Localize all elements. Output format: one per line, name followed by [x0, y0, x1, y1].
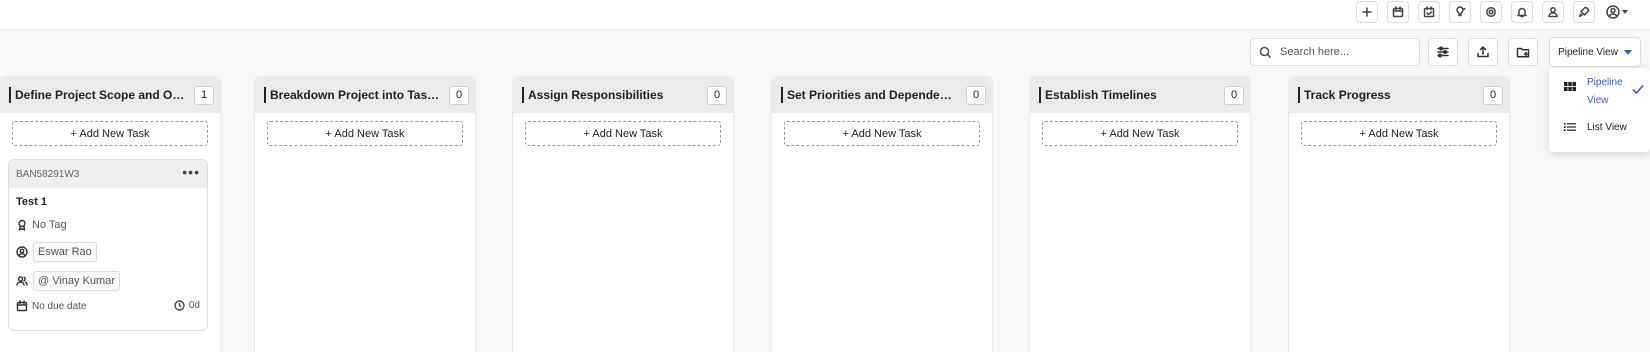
search-icon — [1259, 46, 1272, 58]
board-column: Breakdown Project into Tasks an... 0 + A… — [254, 76, 476, 352]
column-title: Track Progress — [1304, 88, 1391, 102]
task-owner[interactable]: Eswar Rao — [16, 242, 97, 262]
filter-button[interactable] — [1428, 38, 1458, 66]
task-tag[interactable]: No Tag — [16, 219, 67, 231]
task-card[interactable]: BAN58291W3 ••• Test 1 No Tag Eswar Rao @… — [8, 159, 208, 331]
column-title: Establish Timelines — [1045, 88, 1157, 102]
user-circle-icon — [1606, 5, 1620, 19]
clock-icon — [174, 300, 185, 311]
calendar-icon — [16, 300, 28, 312]
board-column: Track Progress 0 + Add New Task — [1288, 76, 1510, 352]
idea-icon[interactable] — [1449, 1, 1471, 23]
task-age-label: 0d — [188, 300, 200, 311]
chevron-down-icon — [1623, 49, 1632, 55]
column-header: Breakdown Project into Tasks an... 0 — [255, 77, 475, 113]
column-header: Assign Responsibilities 0 — [513, 77, 733, 113]
view-option-list[interactable]: List View — [1563, 120, 1627, 134]
user-menu[interactable] — [1606, 5, 1628, 19]
board-column: Establish Timelines 0 + Add New Task — [1029, 76, 1251, 352]
task-code: BAN58291W3 — [16, 168, 80, 180]
column-count-badge: 0 — [707, 85, 727, 105]
export-button[interactable] — [1468, 38, 1498, 66]
task-title: Test 1 — [16, 196, 47, 208]
users-icon — [16, 276, 28, 286]
column-header: Set Priorities and Dependencies 0 — [772, 77, 992, 113]
task-age: 0d — [174, 300, 200, 311]
check-icon — [1631, 82, 1645, 99]
column-marker — [1039, 87, 1041, 103]
calendar-check-icon[interactable] — [1418, 1, 1440, 23]
column-title: Assign Responsibilities — [528, 88, 664, 102]
chevron-down-icon — [1622, 10, 1628, 14]
column-marker — [9, 87, 11, 103]
badge-icon — [18, 219, 26, 231]
add-folder-button[interactable] — [1508, 38, 1538, 66]
add-task-button[interactable]: + Add New Task — [1301, 121, 1497, 146]
board-column: Set Priorities and Dependencies 0 + Add … — [771, 76, 993, 352]
calendar-icon[interactable] — [1387, 1, 1409, 23]
column-count-badge: 0 — [966, 85, 986, 105]
view-option-pipeline[interactable]: Pipeline View — [1563, 74, 1625, 110]
column-title: Define Project Scope and Objecti... — [15, 88, 186, 102]
column-marker — [522, 87, 524, 103]
folder-plus-icon — [1516, 47, 1530, 58]
add-task-button[interactable]: + Add New Task — [784, 121, 980, 146]
upload-icon — [1477, 46, 1489, 58]
owner-chip: Eswar Rao — [33, 242, 97, 262]
search-input[interactable] — [1280, 46, 1410, 58]
settings-icon[interactable] — [1480, 1, 1502, 23]
task-tag-label: No Tag — [32, 219, 67, 231]
view-option-label: List View — [1587, 121, 1627, 133]
view-switcher-button[interactable]: Pipeline View — [1549, 37, 1641, 67]
due-date-label: No due date — [32, 300, 87, 312]
column-title: Breakdown Project into Tasks an... — [270, 88, 441, 102]
view-option-label: Pipeline View — [1587, 77, 1623, 106]
board-column: Define Project Scope and Objecti... 1 + … — [0, 76, 221, 352]
column-header: Track Progress 0 — [1289, 77, 1509, 113]
more-options-icon[interactable]: ••• — [182, 165, 200, 181]
add-task-button[interactable]: + Add New Task — [525, 121, 721, 146]
column-marker — [1298, 87, 1300, 103]
column-header: Define Project Scope and Objecti... 1 — [0, 77, 220, 113]
top-icon-group — [1356, 1, 1628, 23]
add-task-button[interactable]: + Add New Task — [1042, 121, 1238, 146]
rocket-icon[interactable] — [1573, 1, 1595, 23]
column-count-badge: 0 — [1224, 85, 1244, 105]
member-chip: @ Vinay Kumar — [33, 271, 120, 291]
view-dropdown: Pipeline View List View — [1549, 68, 1650, 152]
grid-icon — [1564, 82, 1576, 91]
top-bar — [0, 0, 1650, 30]
plus-icon[interactable] — [1356, 1, 1378, 23]
column-marker — [781, 87, 783, 103]
column-count-badge: 0 — [1483, 85, 1503, 105]
user-circle-icon — [16, 246, 28, 258]
column-header: Establish Timelines 0 — [1030, 77, 1250, 113]
notification-icon[interactable] — [1511, 1, 1533, 23]
task-card-header: BAN58291W3 ••• — [9, 160, 207, 188]
profile-icon[interactable] — [1542, 1, 1564, 23]
column-count-badge: 1 — [194, 85, 214, 105]
list-icon — [1564, 123, 1576, 131]
add-task-button[interactable]: + Add New Task — [12, 121, 208, 146]
task-due-date[interactable]: No due date — [16, 300, 87, 312]
column-marker — [264, 87, 266, 103]
task-members[interactable]: @ Vinay Kumar — [16, 271, 120, 291]
view-switcher-label: Pipeline View — [1558, 46, 1618, 58]
column-title: Set Priorities and Dependencies — [787, 88, 958, 102]
search-box[interactable] — [1250, 38, 1420, 66]
sliders-icon — [1437, 46, 1449, 58]
column-count-badge: 0 — [449, 85, 469, 105]
add-task-button[interactable]: + Add New Task — [267, 121, 463, 146]
board-column: Assign Responsibilities 0 + Add New Task — [512, 76, 734, 352]
